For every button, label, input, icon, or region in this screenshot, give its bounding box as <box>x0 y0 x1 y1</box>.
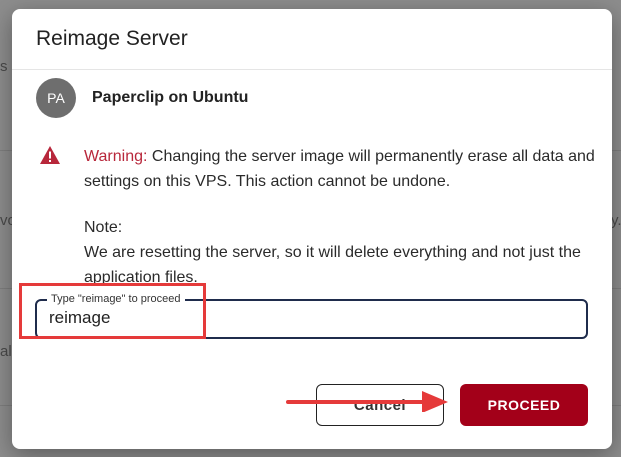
confirm-field-label: Type "reimage" to proceed <box>47 292 185 306</box>
reimage-dialog: Reimage Server PA Paperclip on Ubuntu Wa… <box>12 9 612 449</box>
cancel-button[interactable]: Cancel <box>316 384 444 426</box>
background-text: y. <box>611 212 621 229</box>
confirm-field[interactable]: Type "reimage" to proceed <box>35 292 588 339</box>
proceed-button[interactable]: PROCEED <box>460 384 588 426</box>
confirm-input[interactable] <box>49 308 569 328</box>
warning-label: Warning: <box>84 148 148 165</box>
note-block: Note: We are resetting the server, so it… <box>84 215 604 290</box>
note-body: We are resetting the server, so it will … <box>84 244 581 286</box>
background-text: al <box>0 343 12 360</box>
dialog-title: Reimage Server <box>36 27 188 50</box>
warning-message: Warning: Changing the server image will … <box>84 144 604 194</box>
note-heading: Note: <box>84 219 123 236</box>
title-divider <box>12 69 612 70</box>
server-info: PA Paperclip on Ubuntu <box>36 78 248 118</box>
server-avatar: PA <box>36 78 76 118</box>
server-name: Paperclip on Ubuntu <box>92 89 249 106</box>
warning-body: Changing the server image will permanent… <box>84 148 595 190</box>
warning-triangle-icon <box>40 146 60 164</box>
